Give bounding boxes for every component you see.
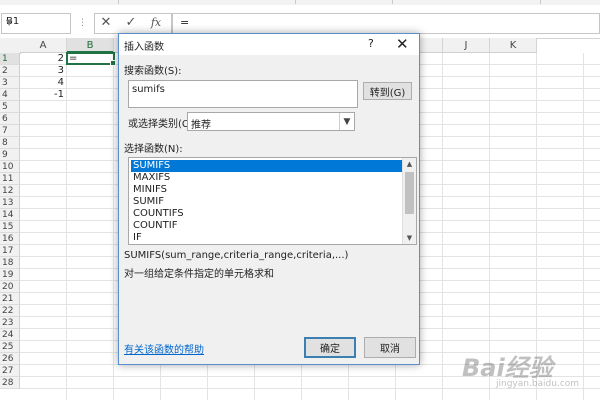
row-header-23[interactable]: 23 [0, 317, 20, 329]
row-header-13[interactable]: 13 [0, 197, 20, 209]
row-header-27[interactable]: 27 [0, 365, 20, 377]
function-list-item[interactable]: MAXIFS [131, 172, 403, 184]
function-list-item[interactable]: IF [131, 232, 403, 244]
cell-a4[interactable]: -1 [20, 89, 64, 101]
ribbon-divider [295, 0, 296, 4]
category-select[interactable]: 推荐 ▼ [187, 112, 355, 131]
row-header-4[interactable]: 4 [0, 89, 20, 101]
list-scrollbar[interactable]: ▲ ▼ [402, 158, 416, 244]
function-list-item[interactable]: COUNTIF [131, 220, 403, 232]
function-list[interactable]: SUMIFS MAXIFS MINIFS SUMIF COUNTIFS COUNTIF IF… [128, 157, 417, 245]
row-header-20[interactable]: 20 [0, 281, 20, 293]
select-all-corner[interactable] [0, 38, 21, 54]
watermark-url: jingyan.baidu.com [496, 379, 580, 389]
cancel-icon[interactable]: ✕ [96, 13, 116, 32]
function-list-label: 选择函数(N): [124, 144, 183, 155]
row-header-12[interactable]: 12 [0, 185, 20, 197]
ribbon-divider [392, 0, 393, 4]
name-box[interactable]: B1 ▼ [1, 13, 71, 34]
watermark-brand: Bai经验 [462, 354, 553, 382]
row-header-7[interactable]: 7 [0, 125, 20, 137]
search-label: 搜索函数(S): [124, 66, 182, 77]
row-header-25[interactable]: 25 [0, 341, 20, 353]
function-list-item[interactable]: COUNTIFS [131, 208, 403, 220]
chevron-down-icon[interactable]: ▼ [6, 18, 67, 27]
help-icon[interactable]: ? [368, 37, 374, 50]
category-value: 推荐 [191, 120, 211, 131]
formula-input[interactable]: = [172, 13, 600, 34]
scroll-up-icon[interactable]: ▲ [403, 158, 416, 170]
function-description: 对一组给定条件指定的单元格求和 [124, 269, 274, 280]
row-header-6[interactable]: 6 [0, 113, 20, 125]
enter-icon[interactable]: ✓ [121, 13, 141, 32]
active-cell-value: = [69, 53, 78, 64]
row-header-16[interactable]: 16 [0, 233, 20, 245]
row-header-8[interactable]: 8 [0, 137, 20, 149]
function-syntax: SUMIFS(sum_range,criteria_range,criteria… [124, 250, 349, 261]
category-label: 或选择类别(C): [128, 119, 197, 130]
row-header-5[interactable]: 5 [0, 101, 20, 113]
column-header-a[interactable]: A [20, 38, 67, 53]
ribbon-divider [118, 0, 119, 4]
row-header-2[interactable]: 2 [0, 65, 20, 77]
row-header-3[interactable]: 3 [0, 77, 20, 89]
function-list-item[interactable]: MINIFS [131, 184, 403, 196]
close-icon[interactable]: ✕ [396, 35, 409, 53]
search-value: sumifs [132, 84, 165, 95]
chevron-down-icon[interactable]: ▼ [339, 113, 354, 130]
row-header-9[interactable]: 9 [0, 149, 20, 161]
row-header-18[interactable]: 18 [0, 257, 20, 269]
function-list-item[interactable]: SUMIF [131, 196, 403, 208]
row-header-26[interactable]: 26 [0, 353, 20, 365]
formula-text: = [180, 16, 190, 29]
cancel-button[interactable]: 取消 [364, 337, 416, 358]
column-header-j[interactable]: J [443, 38, 490, 53]
row-header-19[interactable]: 19 [0, 269, 20, 281]
active-cell[interactable]: = [66, 52, 116, 66]
function-help-link[interactable]: 有关该函数的帮助 [124, 341, 204, 356]
dialog-title: 插入函数 [124, 42, 164, 53]
dialog-titlebar: 插入函数 ? ✕ [119, 34, 419, 55]
fill-handle[interactable] [110, 60, 116, 66]
row-header-11[interactable]: 11 [0, 173, 20, 185]
search-input[interactable]: sumifs [128, 80, 358, 108]
row-header-21[interactable]: 21 [0, 293, 20, 305]
row-header-10[interactable]: 10 [0, 161, 20, 173]
cell-a1[interactable]: 2 [20, 53, 64, 65]
row-header-28[interactable]: 28 [0, 377, 20, 389]
cell-a3[interactable]: 4 [20, 77, 64, 89]
scroll-down-icon[interactable]: ▼ [403, 232, 416, 244]
row-header-14[interactable]: 14 [0, 209, 20, 221]
cell-a2[interactable]: 3 [20, 65, 64, 77]
column-header-b[interactable]: B [67, 38, 114, 53]
function-list-item[interactable]: SUMIFS [131, 160, 403, 172]
row-header-22[interactable]: 22 [0, 305, 20, 317]
column-header-k[interactable]: K [490, 38, 537, 53]
row-header-24[interactable]: 24 [0, 329, 20, 341]
row-header-1[interactable]: 1 [0, 53, 20, 65]
row-header-15[interactable]: 15 [0, 221, 20, 233]
scroll-thumb[interactable] [405, 172, 414, 214]
watermark: Bai经验 jingyan.baidu.com [462, 348, 594, 394]
goto-button[interactable]: 转到(G) [363, 82, 412, 100]
insert-function-dialog: 插入函数 ? ✕ 搜索函数(S): sumifs 转到(G) 或选择类别(C):… [118, 33, 420, 365]
row-header-17[interactable]: 17 [0, 245, 20, 257]
ok-button[interactable]: 确定 [304, 337, 356, 358]
ribbon-divider [540, 0, 541, 4]
insert-function-icon[interactable]: fx [146, 13, 166, 32]
more-icon[interactable]: ⋮ [78, 18, 88, 28]
